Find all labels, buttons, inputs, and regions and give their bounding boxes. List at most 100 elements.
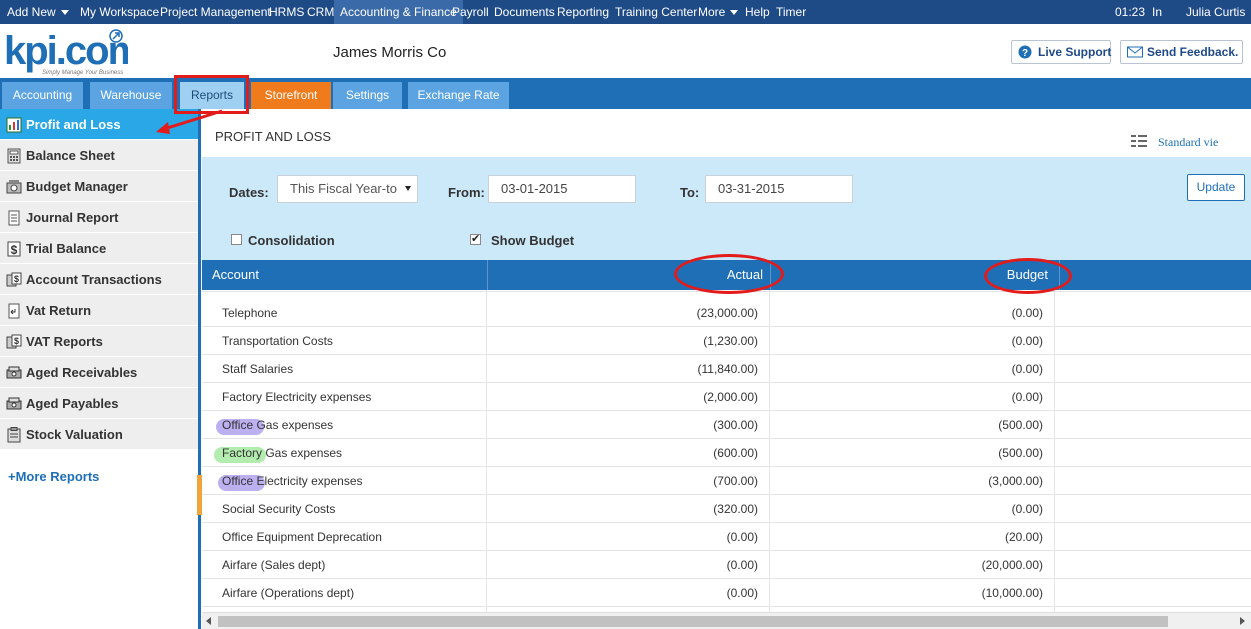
table-row[interactable]: Office Gas expenses (300.00) (500.00) (202, 411, 1251, 439)
send-feedback-button[interactable]: Send Feedback. (1120, 40, 1243, 64)
dates-select[interactable]: This Fiscal Year-to (277, 175, 418, 203)
app-header: kpi.com Simply Manage Your Business Jame… (0, 24, 1251, 78)
dollar-reports-icon: $ (6, 334, 22, 349)
update-button[interactable]: Update (1187, 174, 1245, 201)
sidebar-item-aged-payables[interactable]: Aged Payables (0, 388, 198, 419)
nav-payroll[interactable]: Payroll (452, 0, 489, 24)
cell-account: Social Security Costs (222, 502, 336, 516)
sidebar-item-trial-balance[interactable]: $ Trial Balance (0, 233, 198, 264)
calculator-icon (7, 148, 21, 164)
chart-report-icon (6, 117, 22, 133)
report-panel: PROFIT AND LOSS Standard vie Dates: This… (202, 109, 1251, 629)
kpi-logo[interactable]: kpi.com Simply Manage Your Business (4, 28, 128, 76)
horizontal-scrollbar[interactable] (202, 612, 1251, 629)
sidebar-item-account-transactions[interactable]: $ Account Transactions (0, 264, 198, 295)
table-row[interactable]: Staff Salaries (11,840.00) (0.00) (202, 355, 1251, 383)
reports-sidebar: Profit and Loss Balance Sheet Budget Man… (0, 109, 202, 629)
nav-hrms[interactable]: HRMS (269, 0, 304, 24)
clock-status[interactable]: In (1152, 0, 1162, 24)
sidebar-item-balance-sheet[interactable]: Balance Sheet (0, 140, 198, 171)
tab-warehouse[interactable]: Warehouse (90, 82, 172, 109)
nav-project-management[interactable]: Project Management (160, 0, 271, 24)
more-reports-link[interactable]: +More Reports (8, 469, 99, 484)
cell-budget: (0.00) (1011, 362, 1043, 376)
nav-documents[interactable]: Documents (494, 0, 555, 24)
nav-accounting-finance[interactable]: Accounting & Finance (334, 0, 463, 24)
cell-account: Factory Gas expenses (222, 446, 343, 460)
annotation-oval-actual (674, 254, 784, 294)
tab-accounting[interactable]: Accounting (2, 82, 83, 109)
to-label: To: (680, 185, 700, 200)
table-row[interactable]: Airfare (Sales dept) (0.00) (20,000.00) (202, 551, 1251, 579)
dollar-document-icon: $ (7, 241, 21, 257)
from-date-input[interactable]: 03-01-2015 (488, 175, 636, 203)
scrollbar-thumb[interactable] (218, 616, 1168, 627)
budget-icon (6, 180, 22, 194)
tab-storefront[interactable]: Storefront (251, 82, 331, 109)
cell-budget: (0.00) (1011, 502, 1043, 516)
nav-my-workspace[interactable]: My Workspace (80, 0, 159, 24)
nav-training-center[interactable]: Training Center (615, 0, 697, 24)
scroll-left-icon[interactable] (206, 617, 211, 625)
nav-reporting[interactable]: Reporting (557, 0, 609, 24)
show-budget-checkbox[interactable] (470, 232, 481, 245)
cell-budget: (20,000.00) (981, 558, 1043, 572)
table-body: Telephone (23,000.00) (0.00) Transportatio… (202, 290, 1251, 612)
cell-budget: (20.00) (1004, 530, 1043, 544)
list-view-icon (1131, 135, 1147, 147)
annotation-oval-budget (984, 258, 1072, 294)
sidebar-item-budget-manager[interactable]: Budget Manager (0, 171, 198, 202)
cell-account: Transportation Costs (222, 334, 333, 348)
chevron-down-icon (60, 10, 69, 16)
sidebar-item-vat-reports[interactable]: $ VAT Reports (0, 326, 198, 357)
table-row[interactable]: Airfare (Operations dept) (0.00) (10,000.0… (202, 579, 1251, 607)
nav-help[interactable]: Help (745, 0, 770, 24)
cell-actual: (0.00) (726, 530, 758, 544)
transactions-icon: $ (6, 272, 22, 287)
cell-budget: (0.00) (1011, 306, 1043, 320)
standard-view-link[interactable]: Standard vie (1131, 135, 1218, 150)
return-document-icon (8, 303, 20, 319)
sidebar-item-stock-valuation[interactable]: Stock Valuation (0, 419, 198, 450)
svg-text:$: $ (14, 336, 19, 346)
nav-more-menu[interactable]: More (698, 0, 739, 24)
column-header-account[interactable]: Account (212, 260, 259, 290)
svg-text:$: $ (11, 243, 18, 257)
sidebar-item-journal-report[interactable]: Journal Report (0, 202, 198, 233)
cell-actual: (23,000.00) (696, 306, 758, 320)
cell-budget: (10,000.00) (981, 586, 1043, 600)
show-budget-label: Show Budget (491, 233, 575, 248)
chevron-down-icon (405, 186, 411, 191)
tab-settings[interactable]: Settings (333, 82, 402, 109)
cell-account: Airfare (Operations dept) (222, 586, 355, 600)
table-row[interactable]: Telephone (23,000.00) (0.00) (202, 299, 1251, 327)
cell-budget: (500.00) (998, 418, 1043, 432)
tab-exchange-rate[interactable]: Exchange Rate (408, 82, 509, 109)
clock-time: 01:23 (1115, 5, 1146, 19)
to-date-input[interactable]: 03-31-2015 (705, 175, 853, 203)
sidebar-item-aged-receivables[interactable]: Aged Receivables (0, 357, 198, 388)
nav-timer[interactable]: Timer (776, 0, 806, 24)
table-row[interactable]: Factory Gas expenses (600.00) (500.00) (202, 439, 1251, 467)
cell-account: Office Equipment Deprecation (222, 530, 382, 544)
cell-actual: (300.00) (713, 418, 758, 432)
table-row[interactable]: Office Equipment Deprecation (0.00) (20.00… (202, 523, 1251, 551)
sidebar-item-vat-return[interactable]: Vat Return (0, 295, 198, 326)
cell-account: Telephone (222, 306, 278, 320)
live-support-button[interactable]: ? Live Support (1011, 40, 1111, 64)
cell-budget: (0.00) (1011, 334, 1043, 348)
chevron-down-icon (730, 10, 739, 16)
cell-actual: (11,840.00) (697, 362, 759, 376)
clipboard-icon (7, 427, 21, 443)
cell-account: Staff Salaries (222, 362, 294, 376)
nav-crm[interactable]: CRM (307, 0, 334, 24)
table-row[interactable]: Social Security Costs (320.00) (0.00) (202, 495, 1251, 523)
table-row[interactable]: Office Electricity expenses (700.00) (3,00… (202, 467, 1251, 495)
money-stack-icon (6, 366, 22, 379)
table-row[interactable]: Factory Electricity expenses (2,000.00) (0… (202, 383, 1251, 411)
user-name[interactable]: Julia Curtis (1186, 0, 1245, 24)
table-row[interactable]: Transportation Costs (1,230.00) (0.00) (202, 327, 1251, 355)
add-new-menu[interactable]: Add New (7, 0, 69, 24)
consolidation-checkbox[interactable] (231, 234, 242, 245)
scroll-right-icon[interactable] (1240, 617, 1245, 625)
